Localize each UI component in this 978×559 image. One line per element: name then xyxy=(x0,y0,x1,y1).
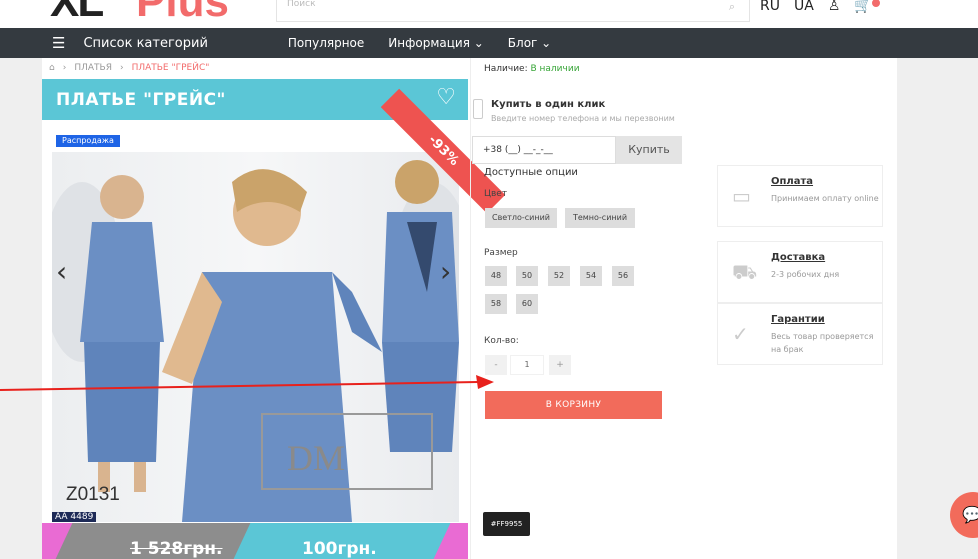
chevron-left-icon[interactable]: ‹ xyxy=(56,255,67,288)
stock-label: Наличие: xyxy=(484,64,528,74)
lang-ua-link[interactable]: UA xyxy=(794,0,814,14)
column-divider xyxy=(470,58,471,559)
annotation-arrow xyxy=(0,375,494,391)
product-sku: AA 4489 xyxy=(52,512,97,522)
stock-value: В наличии xyxy=(530,64,580,74)
chevron-right-icon[interactable]: › xyxy=(440,255,451,288)
main-nav: ☰ Список категорий Популярное Информация… xyxy=(0,28,978,58)
nav-info[interactable]: Информация ⌄ xyxy=(388,36,484,50)
size-option-54[interactable]: 54 xyxy=(580,266,602,286)
color-code-tooltip: #FF9955 xyxy=(483,512,530,536)
lang-ru-link[interactable]: RU xyxy=(760,0,780,14)
guarantee-text: Весь товар проверяется на брак xyxy=(771,332,874,354)
dress-illustration: DM xyxy=(52,160,459,522)
color-option-light-blue[interactable]: Светло-синий xyxy=(485,208,557,228)
user-icon[interactable]: ♙ xyxy=(828,0,841,14)
page-title: ПЛАТЬЕ "ГРЕЙС" xyxy=(56,90,226,110)
cart-count-badge xyxy=(871,0,880,7)
qty-label: Кол-во: xyxy=(484,336,519,346)
new-price: 100грн. xyxy=(302,539,377,559)
nav-blog[interactable]: Блог ⌄ xyxy=(508,36,551,50)
info-card-delivery: ⛟ Доставка 2-3 робочих дня xyxy=(717,241,883,303)
color-option-dark-blue[interactable]: Темно-синий xyxy=(565,208,635,228)
size-option-60[interactable]: 60 xyxy=(516,294,538,314)
qty-plus-button[interactable]: + xyxy=(549,355,571,375)
breadcrumb-separator-icon: › xyxy=(119,63,124,73)
size-label: Размер xyxy=(484,248,518,258)
payment-text: Принимаем оплату online xyxy=(771,194,879,203)
search-placeholder: Поиск xyxy=(287,0,316,9)
search-input[interactable]: Поиск ⌕ xyxy=(276,0,750,22)
top-header: XL Plus Поиск ⌕ RU UA ♙ 🛒 xyxy=(0,0,978,28)
delivery-title[interactable]: Доставка xyxy=(771,252,825,263)
guarantee-title[interactable]: Гарантии xyxy=(771,314,825,325)
breadcrumb-separator-icon: › xyxy=(62,63,67,73)
size-option-56[interactable]: 56 xyxy=(612,266,634,286)
breadcrumb-current: ПЛАТЬЕ "ГРЕЙС" xyxy=(131,63,210,73)
old-price: 1 528грн. xyxy=(130,539,223,559)
product-image[interactable]: DM Z0131 AA 4489 xyxy=(52,152,459,522)
info-card-guarantee: ✓ Гарантии Весь товар проверяется на бра… xyxy=(717,303,883,365)
qty-input[interactable]: 1 xyxy=(510,355,544,375)
credit-card-icon: ▭ xyxy=(732,184,751,208)
home-icon[interactable]: ⌂ xyxy=(49,63,55,73)
sale-badge: Распродажа xyxy=(56,135,120,147)
truck-icon: ⛟ xyxy=(732,260,758,284)
categories-menu[interactable]: Список категорий xyxy=(83,36,207,51)
cart-icon[interactable]: 🛒 xyxy=(854,0,880,14)
delivery-text: 2-3 робочих дня xyxy=(771,270,840,279)
menu-icon[interactable]: ☰ xyxy=(52,34,65,52)
heart-icon[interactable]: ♡ xyxy=(436,85,456,110)
svg-text:DM: DM xyxy=(287,438,345,478)
size-option-52[interactable]: 52 xyxy=(548,266,570,286)
price-strip: 1 528грн. 100грн. xyxy=(42,523,468,559)
nav-popular[interactable]: Популярное xyxy=(288,36,364,50)
breadcrumb-dresses[interactable]: ПЛАТЬЯ xyxy=(74,63,112,73)
breadcrumb: ⌂ › ПЛАТЬЯ › ПЛАТЬЕ "ГРЕЙС" xyxy=(49,63,209,73)
site-logo[interactable]: XL xyxy=(50,0,104,24)
color-label: Цвет xyxy=(484,189,508,199)
buy-oneclick-button[interactable]: Купить xyxy=(616,136,682,164)
size-option-58[interactable]: 58 xyxy=(485,294,507,314)
phone-icon xyxy=(473,99,483,119)
oneclick-hint: Введите номер телефона и мы перезвоним xyxy=(491,114,675,123)
check-circle-icon: ✓ xyxy=(732,322,749,346)
size-option-48[interactable]: 48 xyxy=(485,266,507,286)
oneclick-title: Купить в один клик xyxy=(491,99,606,110)
site-logo-plus[interactable]: Plus xyxy=(136,0,229,24)
search-icon[interactable]: ⌕ xyxy=(729,0,735,14)
info-card-payment: ▭ Оплата Принимаем оплату online xyxy=(717,165,883,227)
header-icons: RU UA ♙ 🛒 xyxy=(760,0,880,18)
options-title: Доступные опции xyxy=(484,167,578,178)
chat-icon[interactable]: 💬 xyxy=(950,492,978,538)
stock-status: Наличие: В наличии xyxy=(484,64,580,74)
add-to-cart-button[interactable]: В КОРЗИНУ xyxy=(485,391,662,419)
payment-title[interactable]: Оплата xyxy=(771,176,813,187)
phone-input[interactable]: +38 (__) __-_-__ xyxy=(472,136,616,164)
product-code: Z0131 xyxy=(66,484,120,505)
size-option-50[interactable]: 50 xyxy=(516,266,538,286)
